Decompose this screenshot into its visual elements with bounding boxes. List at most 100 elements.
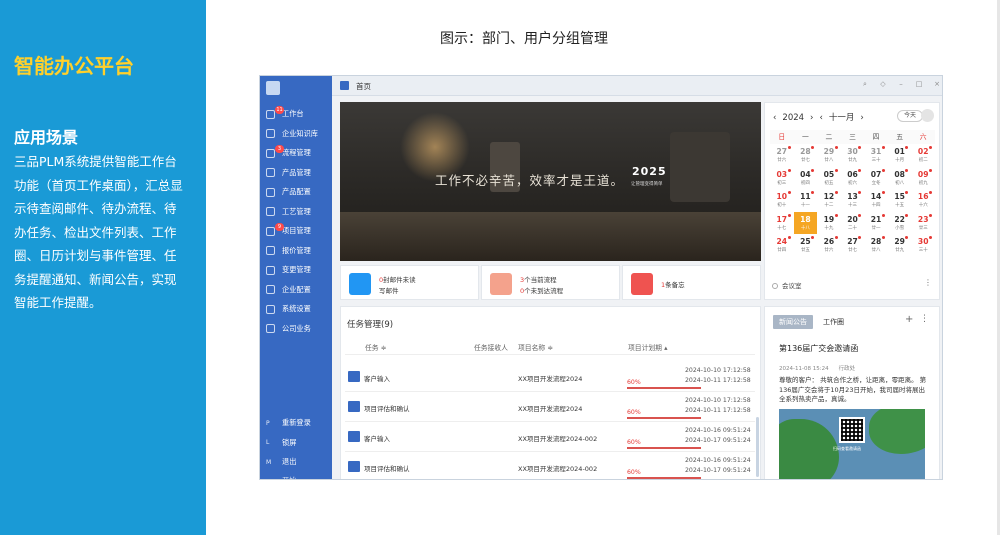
calendar-day[interactable]: 31 三十: [864, 144, 888, 167]
calendar-toggle-button[interactable]: [921, 109, 934, 122]
table-row[interactable]: 客户输入 XX项目开发流程2024 60% 2024-10-10 17:12:58 20…: [345, 362, 755, 392]
lunar-date: 廿八: [824, 158, 834, 163]
pending-flows[interactable]: 0个未到达流程: [520, 285, 563, 295]
calendar-day[interactable]: 10 初十: [770, 189, 794, 212]
calendar-day[interactable]: 11 十一: [794, 189, 818, 212]
calendar-day[interactable]: 27 廿七: [841, 234, 865, 257]
sidebar-bottom-item[interactable]: L 锁屏: [266, 436, 296, 450]
table-row[interactable]: 项目评估和确认 XX项目开发流程2024-002 60% 2024-10-16 09:…: [345, 452, 755, 479]
calendar-day[interactable]: 16 十六: [911, 189, 935, 212]
mail-unread[interactable]: 0封邮件未读: [379, 274, 416, 284]
calendar-day[interactable]: 29 廿九: [888, 234, 912, 257]
prev-year-button[interactable]: ‹: [773, 113, 776, 123]
col-receiver[interactable]: 任务接收人: [474, 342, 508, 352]
calendar-day[interactable]: 18 十八: [793, 211, 818, 234]
day-number: 21: [870, 214, 882, 224]
col-plan[interactable]: 项目计划期 ▴: [628, 342, 668, 352]
calendar-day[interactable]: 21 廿一: [864, 212, 888, 235]
calendar-day[interactable]: 20 二十: [841, 212, 865, 235]
calendar-day[interactable]: 03 初三: [770, 167, 794, 190]
news-image[interactable]: 扫码查看邀请函: [779, 409, 925, 479]
calendar-day[interactable]: 02 初二: [911, 144, 935, 167]
search-icon[interactable]: ⌕: [860, 80, 870, 89]
minimize-icon[interactable]: –: [896, 80, 906, 88]
sidebar-item[interactable]: 产品管理: [266, 166, 311, 180]
maximize-icon[interactable]: □: [914, 80, 924, 88]
calendar-day[interactable]: 14 十四: [864, 189, 888, 212]
sidebar-item[interactable]: 9 项目管理: [266, 222, 311, 238]
task-scrollbar[interactable]: [756, 417, 759, 477]
sidebar-bottom-item[interactable]: P 重新登录: [266, 416, 311, 430]
tab-work-circle[interactable]: 工作圈: [823, 315, 855, 329]
memo-card[interactable]: 1条备忘: [622, 265, 761, 300]
table-row[interactable]: 项目评估和确认 XX项目开发流程2024 60% 2024-10-10 17:12:5…: [345, 392, 755, 422]
sidebar-bottom-item[interactable]: M 退出: [266, 455, 296, 469]
calendar-day[interactable]: 15 十五: [888, 189, 912, 212]
more-icon[interactable]: ⋮: [920, 314, 929, 324]
tab-news[interactable]: 新闻公告: [773, 315, 813, 329]
calendar-day[interactable]: 13 十三: [841, 189, 865, 212]
calendar-year[interactable]: 2024: [782, 113, 804, 123]
calendar-day[interactable]: 12 十二: [817, 189, 841, 212]
calendar-month[interactable]: 十一月: [829, 113, 855, 123]
calendar-day[interactable]: 06 初六: [841, 167, 865, 190]
sidebar-item[interactable]: 3 流程管理: [266, 144, 311, 160]
tab-home[interactable]: 首页: [356, 81, 371, 92]
col-task[interactable]: 任务 ≑: [365, 342, 386, 352]
sidebar-item[interactable]: 变更管理: [266, 263, 311, 277]
lunar-date: 二十: [847, 225, 857, 231]
day-number: 03: [776, 169, 788, 179]
next-month-button[interactable]: ›: [860, 113, 863, 123]
calendar-day[interactable]: 09 初九: [911, 167, 935, 190]
close-icon[interactable]: ×: [932, 80, 942, 88]
sidebar-item[interactable]: 报价管理: [266, 244, 311, 258]
calendar-day[interactable]: 25 廿五: [794, 234, 818, 257]
sidebar-item[interactable]: 企业知识库: [266, 127, 318, 141]
calendar-day[interactable]: 27 廿六: [770, 144, 794, 167]
calendar-day[interactable]: 26 廿六: [817, 234, 841, 257]
prev-month-button[interactable]: ‹: [819, 113, 822, 123]
meeting-row[interactable]: 会议室 ⋮: [764, 272, 940, 298]
calendar-day[interactable]: 30 三十: [911, 234, 935, 257]
calendar-day[interactable]: 07 立冬: [864, 167, 888, 190]
news-headline[interactable]: 第136届广交会邀请函: [779, 343, 858, 354]
calendar-day[interactable]: 29 廿八: [817, 144, 841, 167]
sidebar-item[interactable]: 11 工作台: [266, 105, 304, 121]
sidebar-item[interactable]: 公司业务: [266, 322, 311, 336]
calendar-day[interactable]: 24 廿四: [770, 234, 794, 257]
calendar-day[interactable]: 19 十九: [817, 212, 841, 235]
sidebar-item[interactable]: 系统设置: [266, 302, 311, 316]
calendar-day[interactable]: 28 廿七: [794, 144, 818, 167]
calendar-day[interactable]: 23 廿三: [911, 212, 935, 235]
add-icon[interactable]: +: [905, 314, 913, 325]
calendar-day[interactable]: 22 小雪: [888, 212, 912, 235]
today-button[interactable]: 今天: [897, 110, 923, 122]
home-icon[interactable]: [340, 81, 349, 90]
sidebar-item[interactable]: 产品配置: [266, 185, 311, 199]
sidebar-start-item[interactable]: 开始: [266, 474, 296, 479]
calendar-day[interactable]: 17 十七: [770, 212, 794, 235]
day-number: 28: [800, 147, 811, 156]
grid-icon: [266, 324, 275, 333]
event-dot-icon: [811, 168, 815, 172]
calendar-day[interactable]: 04 初四: [794, 167, 818, 190]
calendar-day[interactable]: 08 初八: [888, 167, 912, 190]
avatar[interactable]: [266, 81, 280, 95]
pin-icon[interactable]: ◇: [878, 80, 888, 88]
col-project[interactable]: 项目名称 ≑: [518, 342, 553, 352]
current-flows[interactable]: 3个当前流程: [520, 274, 557, 284]
mail-card[interactable]: 0封邮件未读 写邮件: [340, 265, 479, 300]
write-mail-link[interactable]: 写邮件: [379, 285, 399, 295]
sidebar-item[interactable]: 企业配置: [266, 283, 311, 297]
weekday-label: 六: [919, 133, 927, 141]
calendar-day[interactable]: 28 廿八: [864, 234, 888, 257]
calendar-day[interactable]: 01 十月: [888, 144, 912, 167]
table-row[interactable]: 客户输入 XX项目开发流程2024-002 60% 2024-10-16 09:51:…: [345, 422, 755, 452]
flow-card[interactable]: 3个当前流程 0个未到达流程: [481, 265, 620, 300]
more-icon[interactable]: ⋮: [924, 278, 932, 287]
calendar-day[interactable]: 30 廿九: [841, 144, 865, 167]
memo-count[interactable]: 1条备忘: [661, 279, 685, 289]
calendar-day[interactable]: 05 初五: [817, 167, 841, 190]
next-year-button[interactable]: ›: [810, 113, 813, 123]
sidebar-item[interactable]: 工艺管理: [266, 205, 311, 219]
